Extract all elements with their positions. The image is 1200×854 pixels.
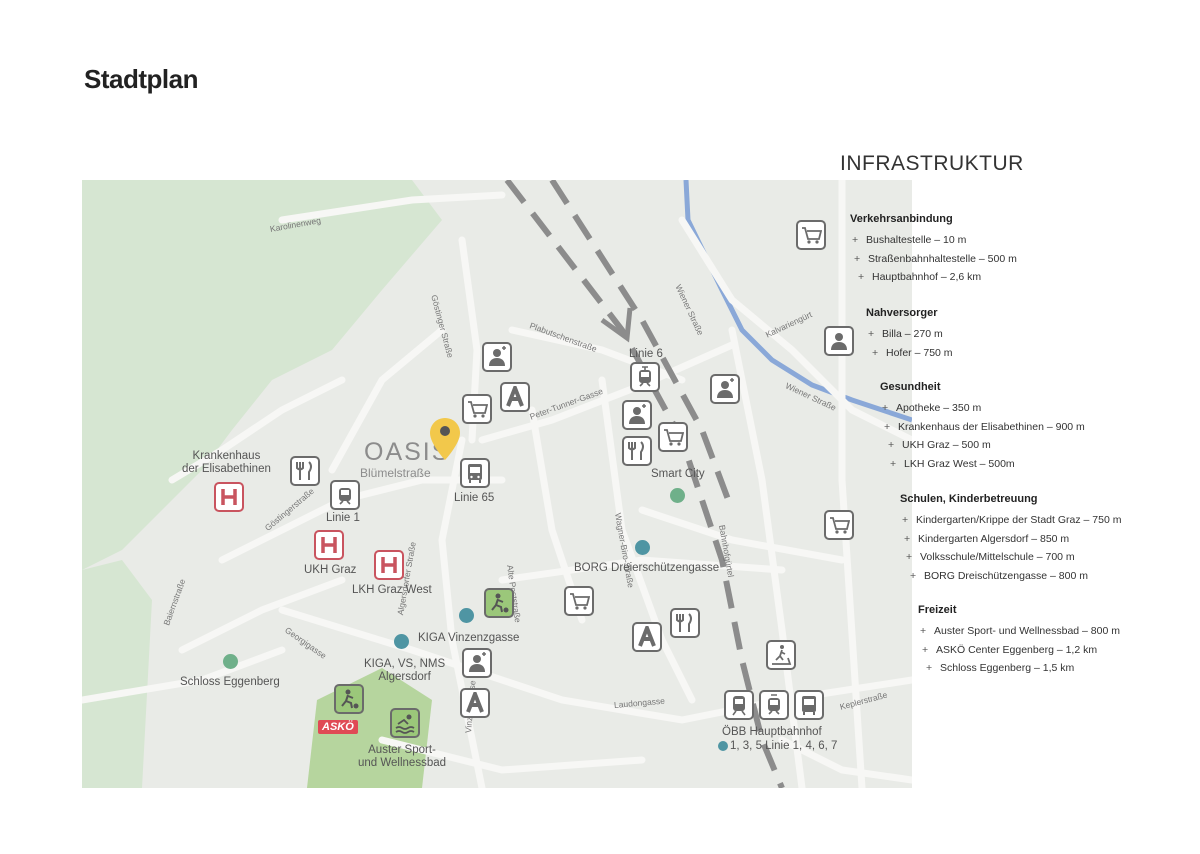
label-linie1: Linie 1 [326, 512, 360, 524]
infra-item: + ASKÖ Center Eggenberg – 1,2 km [922, 643, 1098, 656]
shopping-cart-icon[interactable] [462, 394, 492, 424]
restaurant-icon[interactable] [622, 436, 652, 466]
label-obb: ÖBB Hauptbahnhof [722, 726, 822, 738]
infra-item: + Hofer – 750 m [872, 346, 953, 359]
infra-item: + BORG Dreischützengasse – 800 m [910, 569, 1088, 582]
infra-item: + UKH Graz – 500 m [888, 439, 991, 451]
infra-item: + Straßenbahnhaltestelle – 500 m [854, 252, 1017, 265]
section-heading: Gesundheit [880, 381, 941, 393]
section-heading: Schulen, Kinderbetreuung [900, 493, 1038, 505]
tram-icon[interactable] [759, 690, 789, 720]
label-ukh: UKH Graz [304, 564, 357, 576]
doctor-icon[interactable] [622, 400, 652, 430]
doctor-icon[interactable] [482, 342, 512, 372]
doctor-icon[interactable] [824, 326, 854, 356]
s-bahn-icon [718, 741, 728, 751]
doctor-icon[interactable] [710, 374, 740, 404]
infra-title: INFRASTRUKTUR [840, 152, 1024, 175]
swimming-icon[interactable] [390, 708, 420, 738]
pharmacy-icon[interactable] [500, 382, 530, 412]
doctor-icon[interactable] [462, 648, 492, 678]
label-smart-city: Smart City [651, 468, 705, 480]
pharmacy-icon[interactable] [460, 688, 490, 718]
park-dot[interactable] [223, 654, 238, 669]
label-kiga-vs: KIGA, VS, NMS Algersdorf [364, 658, 446, 683]
infra-item: + Bushaltestelle – 10 m [852, 234, 967, 246]
section-freizeit: Freizeit + Auster Sport- und Wellnessbad … [918, 604, 1120, 678]
soccer-icon[interactable] [334, 684, 364, 714]
tram-icon[interactable] [630, 362, 660, 392]
soccer-icon[interactable] [484, 588, 514, 618]
label-krankenhaus: Krankenhaus der Elisabethinen [182, 450, 271, 475]
section-verkehr: Verkehrsanbindung + Bushaltestelle – 10 m… [850, 213, 1017, 287]
label-linie6: Linie 6 [629, 348, 663, 360]
section-nahversorger: Nahversorger + Billa – 270 m + Hofer – 750… [866, 307, 953, 362]
oasis-subtitle: Blümelstraße [360, 466, 431, 480]
hospital-icon[interactable] [374, 550, 404, 580]
gym-icon[interactable] [766, 640, 796, 670]
infra-item: + Volksschule/Mittelschule – 700 m [906, 551, 1075, 563]
school-dot[interactable] [394, 634, 409, 649]
restaurant-icon[interactable] [670, 608, 700, 638]
infra-item: + Krankenhaus der Elisabethinen – 900 m [884, 420, 1085, 433]
shopping-cart-icon[interactable] [658, 422, 688, 452]
bus-icon[interactable] [794, 690, 824, 720]
section-heading: Nahversorger [866, 307, 938, 319]
infra-item: + Auster Sport- und Wellnessbad – 800 m [920, 625, 1120, 637]
label-auster: Auster Sport- und Wellnessbad [358, 744, 447, 769]
section-schulen: Schulen, Kinderbetreuung + Kindergarten/K… [900, 493, 1121, 585]
section-gesundheit: Gesundheit + Apotheke – 350 m + Krankenhau… [880, 381, 1085, 473]
train-icon[interactable] [724, 690, 754, 720]
infra-item: + Billa – 270 m [868, 328, 943, 340]
section-heading: Freizeit [918, 604, 957, 616]
school-dot[interactable] [635, 540, 650, 555]
asko-badge: ASKÖ [318, 720, 358, 734]
infra-item: + LKH Graz West – 500m [890, 457, 1015, 470]
section-heading: Verkehrsanbindung [850, 213, 953, 225]
tram-icon[interactable] [330, 480, 360, 510]
hospital-icon[interactable] [214, 482, 244, 512]
shopping-cart-icon[interactable] [796, 220, 826, 250]
label-borg: BORG Dreierschützengasse [574, 562, 720, 574]
label-schloss: Schloss Eggenberg [180, 676, 280, 688]
location-pin-icon[interactable] [428, 416, 462, 462]
shopping-cart-icon[interactable] [824, 510, 854, 540]
park-dot[interactable] [670, 488, 685, 503]
infra-item: + Kindergarten Algersdorf – 850 m [904, 532, 1070, 545]
page-title: Stadtplan [84, 64, 198, 94]
infra-item: + Apotheke – 350 m [882, 402, 982, 414]
label-kiga: KIGA Vinzenzgasse [418, 632, 520, 644]
infra-item: + Hauptbahnhof – 2,6 km [858, 271, 982, 283]
label-lkh: LKH Graz West [352, 584, 432, 596]
hospital-icon[interactable] [314, 530, 344, 560]
label-obb-lines: 1, 3, 5 Linie 1, 4, 6, 7 [730, 740, 838, 752]
school-dot[interactable] [459, 608, 474, 623]
label-linie65: Linie 65 [454, 492, 495, 504]
shopping-cart-icon[interactable] [564, 586, 594, 616]
restaurant-icon[interactable] [290, 456, 320, 486]
infra-item: + Schloss Eggenberg – 1,5 km [926, 662, 1075, 674]
bus-icon[interactable] [460, 458, 490, 488]
infra-item: + Kindergarten/Krippe der Stadt Graz – 75… [902, 514, 1122, 526]
pharmacy-icon[interactable] [632, 622, 662, 652]
city-map[interactable]: Karolinenweg Göstinger Straße Plabutsche… [82, 180, 912, 788]
